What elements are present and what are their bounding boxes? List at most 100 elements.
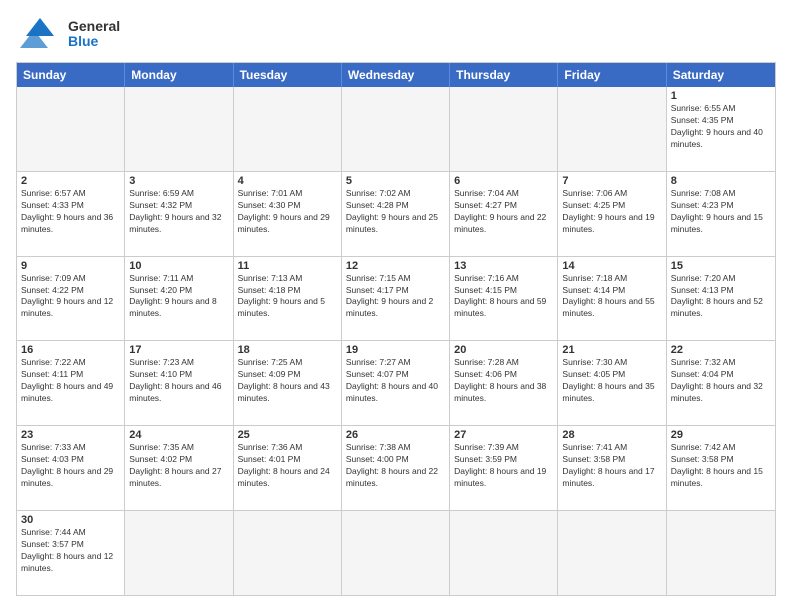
day-number: 5 (346, 175, 445, 187)
calendar-cell-0-5 (558, 87, 666, 171)
calendar-cell-5-3 (342, 511, 450, 595)
calendar-cell-1-3: 5Sunrise: 7:02 AM Sunset: 4:28 PM Daylig… (342, 172, 450, 256)
calendar-cell-3-4: 20Sunrise: 7:28 AM Sunset: 4:06 PM Dayli… (450, 341, 558, 425)
day-number: 4 (238, 175, 337, 187)
day-number: 24 (129, 429, 228, 441)
calendar-cell-1-2: 4Sunrise: 7:01 AM Sunset: 4:30 PM Daylig… (234, 172, 342, 256)
logo-blue: Blue (68, 34, 120, 49)
day-number: 12 (346, 260, 445, 272)
calendar-cell-2-2: 11Sunrise: 7:13 AM Sunset: 4:18 PM Dayli… (234, 257, 342, 341)
day-number: 2 (21, 175, 120, 187)
calendar-row-4: 23Sunrise: 7:33 AM Sunset: 4:03 PM Dayli… (17, 426, 775, 511)
day-info: Sunrise: 6:55 AM Sunset: 4:35 PM Dayligh… (671, 103, 771, 151)
day-number: 23 (21, 429, 120, 441)
calendar-cell-5-6 (667, 511, 775, 595)
day-number: 30 (21, 514, 120, 526)
calendar-cell-4-4: 27Sunrise: 7:39 AM Sunset: 3:59 PM Dayli… (450, 426, 558, 510)
day-number: 8 (671, 175, 771, 187)
calendar-row-0: 1Sunrise: 6:55 AM Sunset: 4:35 PM Daylig… (17, 87, 775, 172)
calendar-cell-2-1: 10Sunrise: 7:11 AM Sunset: 4:20 PM Dayli… (125, 257, 233, 341)
day-number: 22 (671, 344, 771, 356)
day-info: Sunrise: 7:02 AM Sunset: 4:28 PM Dayligh… (346, 188, 445, 236)
calendar-cell-4-6: 29Sunrise: 7:42 AM Sunset: 3:58 PM Dayli… (667, 426, 775, 510)
day-number: 20 (454, 344, 553, 356)
day-number: 26 (346, 429, 445, 441)
calendar-cell-1-5: 7Sunrise: 7:06 AM Sunset: 4:25 PM Daylig… (558, 172, 666, 256)
calendar-cell-3-2: 18Sunrise: 7:25 AM Sunset: 4:09 PM Dayli… (234, 341, 342, 425)
calendar-cell-1-6: 8Sunrise: 7:08 AM Sunset: 4:23 PM Daylig… (667, 172, 775, 256)
day-info: Sunrise: 7:23 AM Sunset: 4:10 PM Dayligh… (129, 357, 228, 405)
calendar-cell-4-0: 23Sunrise: 7:33 AM Sunset: 4:03 PM Dayli… (17, 426, 125, 510)
day-number: 10 (129, 260, 228, 272)
calendar-cell-0-4 (450, 87, 558, 171)
day-info: Sunrise: 7:25 AM Sunset: 4:09 PM Dayligh… (238, 357, 337, 405)
header-day-wednesday: Wednesday (342, 63, 450, 87)
calendar-cell-1-1: 3Sunrise: 6:59 AM Sunset: 4:32 PM Daylig… (125, 172, 233, 256)
calendar-cell-2-5: 14Sunrise: 7:18 AM Sunset: 4:14 PM Dayli… (558, 257, 666, 341)
day-info: Sunrise: 7:16 AM Sunset: 4:15 PM Dayligh… (454, 273, 553, 321)
day-info: Sunrise: 7:41 AM Sunset: 3:58 PM Dayligh… (562, 442, 661, 490)
calendar-cell-5-2 (234, 511, 342, 595)
day-number: 7 (562, 175, 661, 187)
calendar-cell-3-0: 16Sunrise: 7:22 AM Sunset: 4:11 PM Dayli… (17, 341, 125, 425)
day-number: 29 (671, 429, 771, 441)
day-number: 28 (562, 429, 661, 441)
header-day-tuesday: Tuesday (234, 63, 342, 87)
day-info: Sunrise: 7:06 AM Sunset: 4:25 PM Dayligh… (562, 188, 661, 236)
day-info: Sunrise: 7:44 AM Sunset: 3:57 PM Dayligh… (21, 527, 120, 575)
day-number: 6 (454, 175, 553, 187)
page-header: General Blue (16, 16, 776, 52)
day-info: Sunrise: 7:38 AM Sunset: 4:00 PM Dayligh… (346, 442, 445, 490)
day-info: Sunrise: 7:08 AM Sunset: 4:23 PM Dayligh… (671, 188, 771, 236)
calendar-cell-4-1: 24Sunrise: 7:35 AM Sunset: 4:02 PM Dayli… (125, 426, 233, 510)
calendar-row-1: 2Sunrise: 6:57 AM Sunset: 4:33 PM Daylig… (17, 172, 775, 257)
day-number: 17 (129, 344, 228, 356)
day-info: Sunrise: 7:30 AM Sunset: 4:05 PM Dayligh… (562, 357, 661, 405)
day-number: 21 (562, 344, 661, 356)
logo-general: General (68, 19, 120, 34)
day-info: Sunrise: 7:18 AM Sunset: 4:14 PM Dayligh… (562, 273, 661, 321)
day-info: Sunrise: 6:57 AM Sunset: 4:33 PM Dayligh… (21, 188, 120, 236)
day-number: 13 (454, 260, 553, 272)
calendar-cell-1-4: 6Sunrise: 7:04 AM Sunset: 4:27 PM Daylig… (450, 172, 558, 256)
calendar-cell-2-3: 12Sunrise: 7:15 AM Sunset: 4:17 PM Dayli… (342, 257, 450, 341)
logo: General Blue (16, 16, 120, 52)
day-info: Sunrise: 7:15 AM Sunset: 4:17 PM Dayligh… (346, 273, 445, 321)
day-info: Sunrise: 7:20 AM Sunset: 4:13 PM Dayligh… (671, 273, 771, 321)
day-info: Sunrise: 6:59 AM Sunset: 4:32 PM Dayligh… (129, 188, 228, 236)
calendar-cell-3-6: 22Sunrise: 7:32 AM Sunset: 4:04 PM Dayli… (667, 341, 775, 425)
day-number: 14 (562, 260, 661, 272)
calendar-row-5: 30Sunrise: 7:44 AM Sunset: 3:57 PM Dayli… (17, 511, 775, 595)
day-info: Sunrise: 7:28 AM Sunset: 4:06 PM Dayligh… (454, 357, 553, 405)
day-number: 25 (238, 429, 337, 441)
day-number: 11 (238, 260, 337, 272)
calendar-cell-4-2: 25Sunrise: 7:36 AM Sunset: 4:01 PM Dayli… (234, 426, 342, 510)
header-day-thursday: Thursday (450, 63, 558, 87)
day-number: 9 (21, 260, 120, 272)
day-info: Sunrise: 7:04 AM Sunset: 4:27 PM Dayligh… (454, 188, 553, 236)
day-info: Sunrise: 7:13 AM Sunset: 4:18 PM Dayligh… (238, 273, 337, 321)
day-info: Sunrise: 7:09 AM Sunset: 4:22 PM Dayligh… (21, 273, 120, 321)
calendar-cell-0-2 (234, 87, 342, 171)
calendar-header: SundayMondayTuesdayWednesdayThursdayFrid… (17, 63, 775, 87)
day-info: Sunrise: 7:22 AM Sunset: 4:11 PM Dayligh… (21, 357, 120, 405)
day-number: 1 (671, 90, 771, 102)
calendar-cell-0-3 (342, 87, 450, 171)
header-day-saturday: Saturday (667, 63, 775, 87)
day-info: Sunrise: 7:42 AM Sunset: 3:58 PM Dayligh… (671, 442, 771, 490)
calendar-cell-0-0 (17, 87, 125, 171)
calendar-cell-5-4 (450, 511, 558, 595)
day-number: 19 (346, 344, 445, 356)
calendar-cell-2-6: 15Sunrise: 7:20 AM Sunset: 4:13 PM Dayli… (667, 257, 775, 341)
calendar-row-3: 16Sunrise: 7:22 AM Sunset: 4:11 PM Dayli… (17, 341, 775, 426)
calendar-cell-2-4: 13Sunrise: 7:16 AM Sunset: 4:15 PM Dayli… (450, 257, 558, 341)
calendar-cell-5-1 (125, 511, 233, 595)
day-info: Sunrise: 7:32 AM Sunset: 4:04 PM Dayligh… (671, 357, 771, 405)
calendar-cell-1-0: 2Sunrise: 6:57 AM Sunset: 4:33 PM Daylig… (17, 172, 125, 256)
header-day-sunday: Sunday (17, 63, 125, 87)
logo-svg (16, 16, 64, 52)
calendar-body: 1Sunrise: 6:55 AM Sunset: 4:35 PM Daylig… (17, 87, 775, 595)
day-info: Sunrise: 7:35 AM Sunset: 4:02 PM Dayligh… (129, 442, 228, 490)
calendar: SundayMondayTuesdayWednesdayThursdayFrid… (16, 62, 776, 596)
header-day-friday: Friday (558, 63, 666, 87)
